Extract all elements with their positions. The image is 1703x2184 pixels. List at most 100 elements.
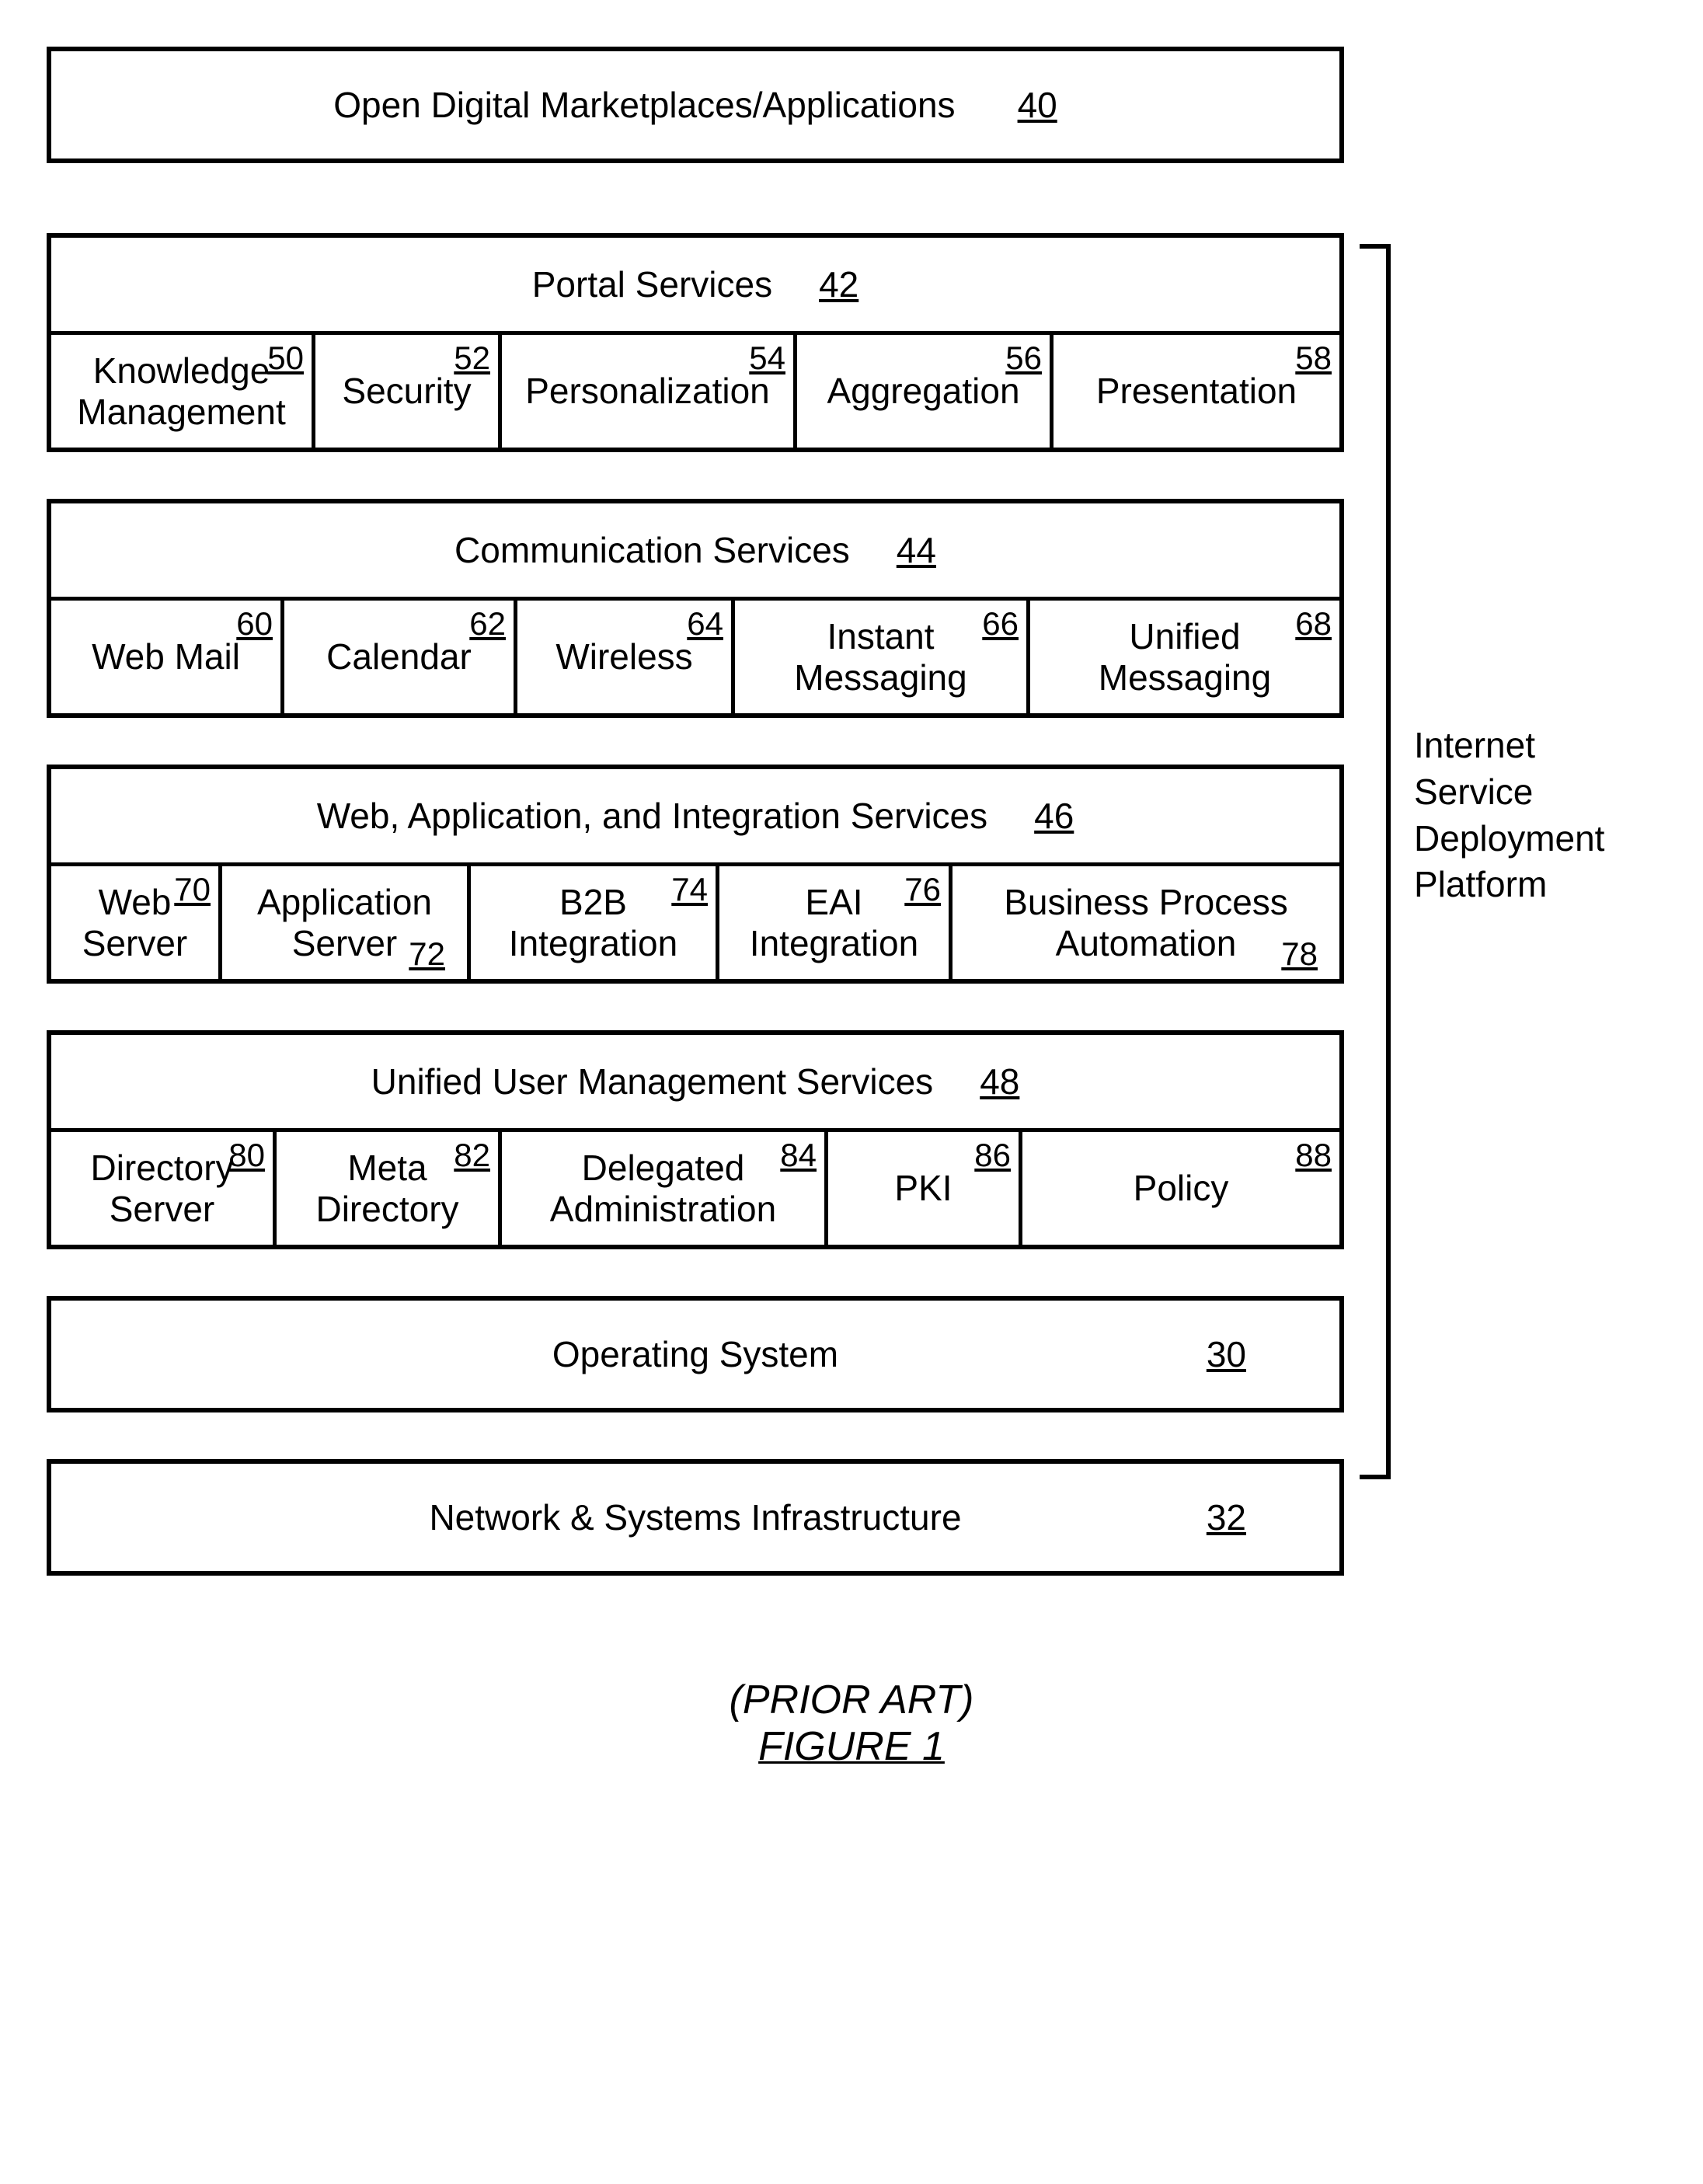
service-block-row: DirectoryServer80MetaDirectory82Delegate… [51, 1128, 1339, 1245]
service-cell: B2BIntegration74 [471, 862, 719, 979]
service-cell-label-line: Knowledge [93, 350, 270, 392]
service-cell-ref: 86 [974, 1137, 1011, 1174]
bracket-label-line: Platform [1414, 862, 1663, 908]
service-cell: Policy 88 [1022, 1128, 1339, 1245]
service-cell: WebServer70 [51, 862, 222, 979]
service-cell-label-line: Messaging [794, 657, 966, 698]
service-block-ref: 44 [897, 529, 936, 571]
service-cell-label-line: Delegated [582, 1148, 745, 1189]
service-cell-ref: 76 [904, 871, 941, 908]
bracket-label: InternetServiceDeploymentPlatform [1414, 723, 1663, 908]
service-cell-label-line: Directory [90, 1148, 233, 1189]
plain-block-ref: 32 [1207, 1496, 1246, 1538]
service-cell-label-line: Server [292, 923, 397, 964]
service-cell-label-line: Unified [1129, 616, 1240, 657]
service-cell: InstantMessaging 66 [735, 597, 1030, 713]
caption-line1: (PRIOR ART) [730, 1677, 974, 1722]
service-cell-label-line: Management [77, 392, 286, 433]
service-cell: Personalization54 [502, 331, 797, 448]
figure-caption: (PRIOR ART) FIGURE 1 [47, 1677, 1656, 1770]
service-cell-ref: 84 [780, 1137, 817, 1174]
plain-block: Network & Systems Infrastructure 32 [47, 1459, 1344, 1576]
service-cell: EAIIntegration 76 [719, 862, 952, 979]
service-cell: PKI86 [828, 1128, 1022, 1245]
service-cell-ref: 52 [454, 340, 490, 377]
service-cell: Security52 [315, 331, 502, 448]
service-cell-ref: 72 [409, 935, 445, 973]
service-cell-label-line: Calendar [326, 636, 472, 677]
service-block-row: WebServer70ApplicationServer72B2BIntegra… [51, 862, 1339, 979]
plain-block-label: Network & Systems Infrastructure [429, 1496, 961, 1538]
service-cell-label-line: Meta [347, 1148, 427, 1189]
service-cell: ApplicationServer72 [222, 862, 471, 979]
service-block-ref: 42 [819, 263, 858, 305]
service-cell-ref: 56 [1005, 340, 1042, 377]
service-cell-label-line: Server [110, 1189, 214, 1230]
service-cell: DirectoryServer80 [51, 1128, 277, 1245]
service-cell: MetaDirectory 82 [277, 1128, 502, 1245]
service-cell: KnowledgeManagement50 [51, 331, 315, 448]
bracket-label-line: Internet [1414, 723, 1663, 769]
service-block: Portal Services42KnowledgeManagement50Se… [47, 233, 1344, 452]
service-block-row: Web Mail60Calendar62Wireless64InstantMes… [51, 597, 1339, 713]
service-block: Unified User Management Services 48 Direct… [47, 1030, 1344, 1249]
service-cell-ref: 60 [236, 605, 273, 643]
top-box: Open Digital Marketplaces/Applications 4… [47, 47, 1344, 163]
service-cell-label-line: Directory [315, 1189, 458, 1230]
service-cell-ref: 74 [671, 871, 708, 908]
service-block-header: Web, Application, and Integration Servic… [51, 769, 1339, 862]
service-cell-label-line: Security [342, 371, 471, 412]
plain-blocks-container: Operating System 30 Network & Systems Infr… [47, 1296, 1344, 1576]
service-cell: Business ProcessAutomation78 [952, 862, 1339, 979]
service-cell-label-line: Policy [1134, 1168, 1229, 1209]
service-blocks-container: Portal Services42KnowledgeManagement50Se… [47, 233, 1344, 1249]
service-cell-label-line: Wireless [555, 636, 692, 677]
service-cell: UnifiedMessaging 68 [1030, 597, 1339, 713]
service-block-ref: 48 [980, 1061, 1019, 1102]
service-cell-ref: 88 [1295, 1137, 1332, 1174]
service-cell-label-line: Web Mail [92, 636, 240, 677]
service-cell: Wireless64 [517, 597, 735, 713]
service-cell-ref: 64 [687, 605, 723, 643]
service-block-title: Communication Services [454, 529, 850, 571]
service-block-title: Web, Application, and Integration Servic… [317, 795, 987, 837]
bracket-icon [1360, 244, 1391, 1479]
service-cell-label-line: Administration [550, 1189, 776, 1230]
service-cell: DelegatedAdministration84 [502, 1128, 828, 1245]
plain-block: Operating System 30 [47, 1296, 1344, 1412]
service-block: Web, Application, and Integration Servic… [47, 765, 1344, 984]
plain-block-label: Operating System [552, 1333, 838, 1375]
service-cell-ref: 78 [1281, 935, 1318, 973]
service-cell-ref: 82 [454, 1137, 490, 1174]
service-cell-ref: 68 [1295, 605, 1332, 643]
service-block-row: KnowledgeManagement50Security52Personali… [51, 331, 1339, 448]
service-block-header: Unified User Management Services 48 [51, 1035, 1339, 1128]
service-cell-ref: 58 [1295, 340, 1332, 377]
service-cell: Aggregation56 [797, 331, 1053, 448]
service-cell-label-line: Personalization [525, 371, 770, 412]
service-block: Communication Services 44 Web Mail60 Calend… [47, 499, 1344, 718]
service-cell-label-line: Server [82, 923, 187, 964]
service-cell: Web Mail60 [51, 597, 284, 713]
service-block-title: Unified User Management Services [371, 1061, 934, 1102]
service-cell-ref: 70 [174, 871, 211, 908]
top-box-ref: 40 [1018, 84, 1057, 126]
service-cell-label-line: Integration [509, 923, 677, 964]
boxes-column: Open Digital Marketplaces/Applications 4… [47, 47, 1344, 1576]
figure-page: Open Digital Marketplaces/Applications 4… [47, 47, 1656, 1770]
top-box-label: Open Digital Marketplaces/Applications [333, 84, 955, 126]
service-cell-ref: 54 [749, 340, 785, 377]
service-block-title: Portal Services [532, 263, 772, 305]
bracket-label-line: Deployment [1414, 816, 1663, 862]
service-block-header: Communication Services 44 [51, 503, 1339, 597]
service-cell-label-line: EAI [805, 882, 862, 923]
service-cell-label-line: Instant [827, 616, 934, 657]
service-block-header: Portal Services 42 [51, 238, 1339, 331]
service-cell-label-line: Aggregation [827, 371, 1019, 412]
service-cell-label-line: Messaging [1099, 657, 1271, 698]
plain-block-ref: 30 [1207, 1333, 1246, 1375]
service-cell-label-line: Integration [750, 923, 918, 964]
service-cell-label-line: Business Process [1004, 882, 1288, 923]
service-cell-ref: 66 [982, 605, 1019, 643]
bracket-label-line: Service [1414, 769, 1663, 816]
